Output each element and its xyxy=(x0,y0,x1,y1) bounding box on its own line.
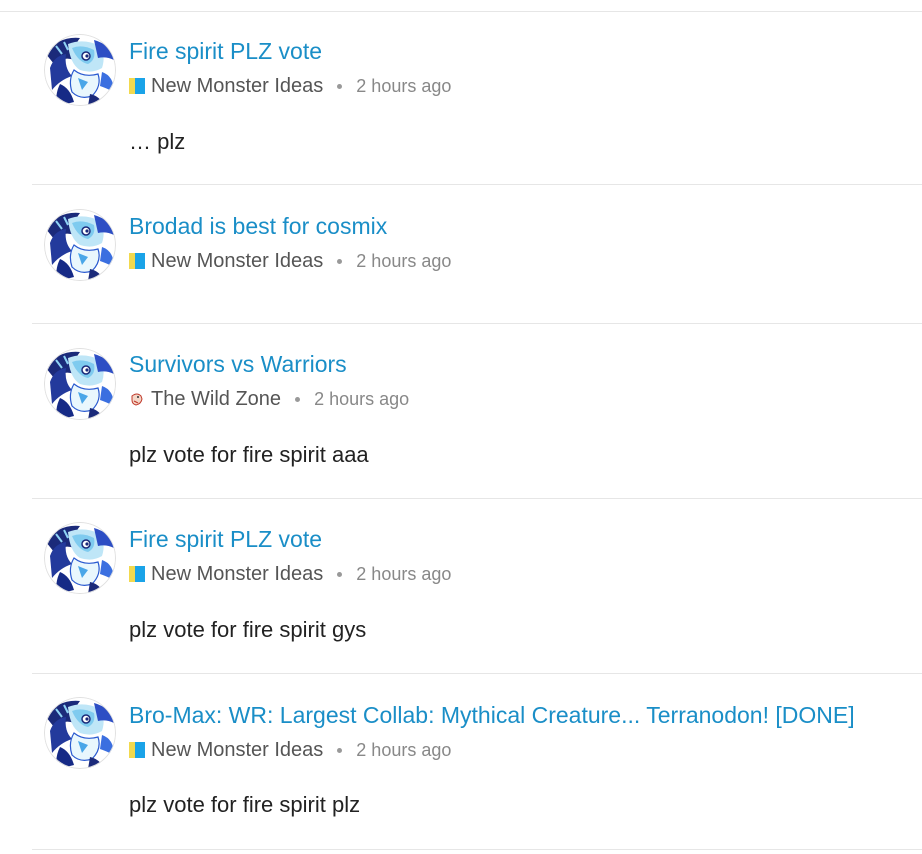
avatar[interactable] xyxy=(44,34,116,106)
post-title-link[interactable]: Survivors vs Warriors xyxy=(129,353,347,376)
separator-dot xyxy=(337,747,343,753)
post-meta: New Monster Ideas 2 hours ago xyxy=(129,76,451,96)
timestamp: 2 hours ago xyxy=(356,76,452,96)
list-item: Brodad is best for cosmix New Monster Id… xyxy=(32,185,922,324)
post-excerpt: plz vote for fire spirit aaa xyxy=(129,442,369,467)
separator-dot xyxy=(337,571,343,577)
timestamp: 2 hours ago xyxy=(356,740,452,760)
separator-dot xyxy=(295,396,301,402)
page: Fire spirit PLZ vote New Monster Ideas 2… xyxy=(0,0,922,854)
list-item: Survivors vs Warriors The Wild Zone 2 ho… xyxy=(32,324,922,499)
topic-feed: Fire spirit PLZ vote New Monster Ideas 2… xyxy=(32,12,922,850)
avatar[interactable] xyxy=(44,348,116,420)
post-excerpt: plz vote for fire spirit plz xyxy=(129,792,361,817)
timestamp: 2 hours ago xyxy=(356,251,452,271)
list-item: Fire spirit PLZ vote New Monster Ideas 2… xyxy=(32,499,922,674)
separator-dot xyxy=(337,258,343,264)
category-link[interactable]: New Monster Ideas xyxy=(151,564,323,584)
avatar[interactable] xyxy=(44,209,116,281)
post-title-link[interactable]: Brodad is best for cosmix xyxy=(129,215,387,238)
yellow-blue-category-icon xyxy=(129,78,145,94)
post-title-link[interactable]: Fire spirit PLZ vote xyxy=(129,528,322,551)
separator-dot xyxy=(337,83,343,89)
post-excerpt: plz vote for fire spirit gys xyxy=(129,617,367,642)
list-item: Bro-Max: WR: Largest Collab: Mythical Cr… xyxy=(32,674,922,850)
post-excerpt: … plz xyxy=(129,129,186,154)
timestamp: 2 hours ago xyxy=(314,389,410,409)
timestamp: 2 hours ago xyxy=(356,564,452,584)
wild-zone-category-icon xyxy=(129,391,145,407)
post-meta: New Monster Ideas 2 hours ago xyxy=(129,740,451,760)
yellow-blue-category-icon xyxy=(129,253,145,269)
yellow-blue-category-icon xyxy=(129,742,145,758)
category-link[interactable]: New Monster Ideas xyxy=(151,76,323,96)
avatar[interactable] xyxy=(44,697,116,769)
avatar[interactable] xyxy=(44,522,116,594)
post-meta: New Monster Ideas 2 hours ago xyxy=(129,564,451,584)
post-title-link[interactable]: Fire spirit PLZ vote xyxy=(129,40,322,63)
post-title-link[interactable]: Bro-Max: WR: Largest Collab: Mythical Cr… xyxy=(129,704,855,727)
category-link[interactable]: New Monster Ideas xyxy=(151,740,323,760)
category-link[interactable]: New Monster Ideas xyxy=(151,251,323,271)
yellow-blue-category-icon xyxy=(129,566,145,582)
post-meta: New Monster Ideas 2 hours ago xyxy=(129,251,451,271)
list-item: Fire spirit PLZ vote New Monster Ideas 2… xyxy=(32,12,922,185)
category-link[interactable]: The Wild Zone xyxy=(151,389,281,409)
post-meta: The Wild Zone 2 hours ago xyxy=(129,389,409,409)
